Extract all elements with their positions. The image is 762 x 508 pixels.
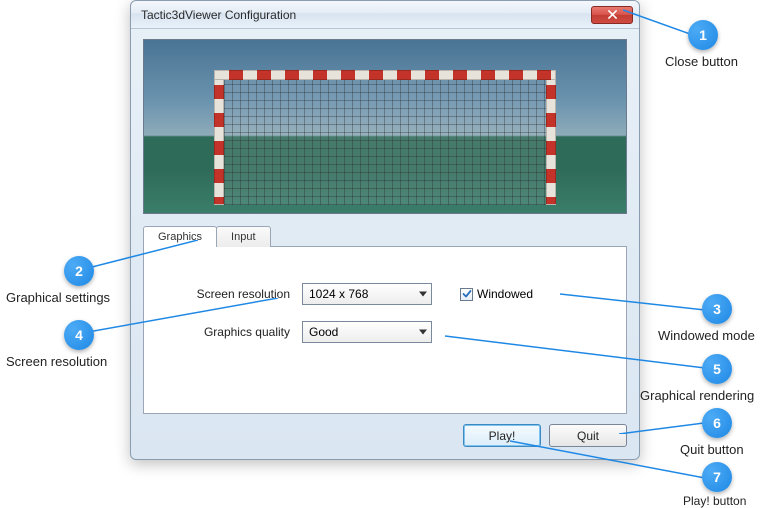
callout-number: 4 [75, 327, 83, 343]
button-label: Quit [577, 429, 599, 443]
select-value: Good [309, 325, 338, 339]
tab-label: Input [231, 231, 255, 243]
dialog-body: Graphics Input Screen resolution 1024 x … [131, 29, 639, 459]
callout-5: 5 [702, 354, 732, 384]
tab-label: Graphics [158, 231, 202, 243]
button-row: Play! Quit [143, 424, 627, 447]
banner-image [143, 39, 627, 214]
callout-1: 1 [688, 20, 718, 50]
windowed-checkbox[interactable]: Windowed [460, 287, 533, 301]
play-button[interactable]: Play! [463, 424, 541, 447]
config-dialog: Tactic3dViewer Configuration Graphics In… [130, 0, 640, 460]
tabpanel-graphics: Screen resolution 1024 x 768 Windowed Gr… [143, 246, 627, 414]
callout-label-1: Close button [665, 54, 738, 69]
callout-4: 4 [64, 320, 94, 350]
callout-7: 7 [702, 462, 732, 492]
row-quality: Graphics quality Good [172, 321, 598, 343]
callout-label-7: Play! button [683, 494, 746, 508]
callout-label-3: Windowed mode [658, 328, 755, 343]
callout-number: 7 [713, 469, 721, 485]
callout-3: 3 [702, 294, 732, 324]
callout-number: 5 [713, 361, 721, 377]
check-icon [462, 289, 472, 299]
titlebar: Tactic3dViewer Configuration [131, 1, 639, 29]
select-value: 1024 x 768 [309, 287, 368, 301]
callout-number: 3 [713, 301, 721, 317]
callout-label-5: Graphical rendering [640, 388, 754, 403]
callout-label-4: Screen resolution [6, 354, 107, 369]
window-title: Tactic3dViewer Configuration [141, 8, 591, 22]
resolution-select[interactable]: 1024 x 768 [302, 283, 432, 305]
chevron-down-icon [419, 292, 427, 297]
callout-number: 6 [713, 415, 721, 431]
tabstrip: Graphics Input [143, 226, 627, 247]
tab-input[interactable]: Input [216, 226, 270, 247]
close-icon [608, 10, 617, 19]
resolution-label: Screen resolution [172, 287, 302, 301]
checkbox-box [460, 288, 473, 301]
close-button[interactable] [591, 6, 633, 24]
quit-button[interactable]: Quit [549, 424, 627, 447]
chevron-down-icon [419, 330, 427, 335]
callout-label-2: Graphical settings [6, 290, 110, 305]
row-resolution: Screen resolution 1024 x 768 Windowed [172, 283, 598, 305]
callout-number: 1 [699, 27, 707, 43]
button-label: Play! [489, 429, 516, 443]
callout-label-6: Quit button [680, 442, 744, 457]
quality-label: Graphics quality [172, 325, 302, 339]
checkbox-label: Windowed [477, 287, 533, 301]
tab-graphics[interactable]: Graphics [143, 226, 217, 247]
callout-6: 6 [702, 408, 732, 438]
quality-select[interactable]: Good [302, 321, 432, 343]
callout-number: 2 [75, 263, 83, 279]
callout-2: 2 [64, 256, 94, 286]
